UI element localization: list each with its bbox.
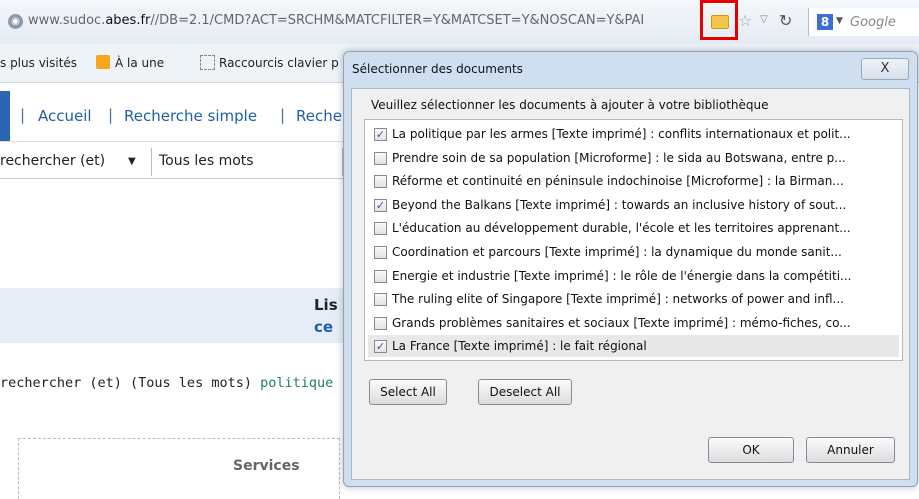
dialog-body: Veuillez sélectionner les documents à aj… <box>351 88 910 480</box>
nav-simple-search[interactable]: Recherche simple <box>124 107 257 125</box>
list-item[interactable]: The ruling elite of Singapore [Texte imp… <box>368 288 899 310</box>
nav-separator: | <box>108 106 114 124</box>
document-list[interactable]: ✓ La politique par les armes [Texte impri… <box>364 119 903 361</box>
dialog-title: Sélectionner des documents <box>352 62 523 76</box>
search-engine-box[interactable]: 8 ▼ Google <box>808 8 919 36</box>
url-text[interactable]: www.sudoc.abes.fr//DB=2.1/CMD?ACT=SRCHM&… <box>28 13 708 28</box>
query-link[interactable]: politique <box>260 375 333 391</box>
list-item[interactable]: ✓ La politique par les armes [Texte impri… <box>368 123 899 145</box>
list-item-label: Beyond the Balkans [Texte imprimé] : tow… <box>392 197 847 212</box>
checked-checkbox[interactable]: ✓ <box>374 198 387 212</box>
dialog-prompt: Veuillez sélectionner les documents à aj… <box>371 98 769 112</box>
results-title: Lis <box>314 296 338 314</box>
site-nav: | Accueil | Recherche simple | Reche <box>0 91 345 142</box>
checkbox[interactable] <box>374 246 387 259</box>
search-engine-placeholder[interactable]: Google <box>850 15 896 30</box>
engine-dropdown-icon[interactable]: ▼ <box>836 16 843 26</box>
list-item[interactable]: Energie et industrie [Texte imprimé] : l… <box>368 265 899 287</box>
list-item-label: Réforme et continuité en péninsule indoc… <box>392 174 844 189</box>
list-item[interactable]: Réforme et continuité en péninsule indoc… <box>368 170 899 192</box>
url-bar[interactable]: ◉ www.sudoc.abes.fr//DB=2.1/CMD?ACT=SRCH… <box>0 0 919 45</box>
list-item-label: Prendre soin de sa population [Microform… <box>392 150 846 165</box>
list-item-label: The ruling elite of Singapore [Texte imp… <box>392 292 844 307</box>
results-subtitle[interactable]: ce <box>314 318 333 336</box>
close-button[interactable]: X <box>861 58 909 80</box>
search-mode-field[interactable]: Tous les mots <box>151 148 343 176</box>
checkbox[interactable] <box>374 175 387 189</box>
nav-home[interactable]: Accueil <box>38 107 92 125</box>
dropdown-arrow-icon[interactable]: ▽ <box>760 14 768 25</box>
list-item[interactable]: Coordination et parcours [Texte imprimé]… <box>368 241 899 263</box>
nav-separator: | <box>20 106 26 124</box>
checkbox[interactable] <box>374 151 387 165</box>
list-item-label: Grands problèmes sanitaires et sociaux [… <box>392 315 851 330</box>
list-item-label: L'éducation au développement durable, l'… <box>392 221 851 236</box>
services-label: Services <box>233 458 300 474</box>
list-item[interactable]: Grands problèmes sanitaires et sociaux [… <box>368 312 899 334</box>
list-item[interactable]: Prendre soin de sa population [Microform… <box>368 147 899 169</box>
cancel-button[interactable]: Annuler <box>806 437 895 463</box>
reload-icon[interactable]: ↻ <box>779 11 792 30</box>
page-icon <box>200 55 215 70</box>
bookmark-most-visited[interactable]: s plus visités <box>0 56 77 70</box>
ok-button[interactable]: OK <box>708 437 794 463</box>
bookmark-star-icon[interactable]: ☆ <box>738 11 752 30</box>
bookmark-headlines[interactable]: À la une <box>115 56 164 70</box>
rss-icon <box>96 55 110 69</box>
list-item[interactable]: L'éducation au développement durable, l'… <box>368 217 899 239</box>
list-item[interactable]: ✓ Beyond the Balkans [Texte imprimé] : to… <box>368 194 899 216</box>
checked-checkbox[interactable]: ✓ <box>374 340 387 354</box>
list-item-label: La France [Texte imprimé] : le fait régi… <box>392 339 647 354</box>
checked-checkbox[interactable]: ✓ <box>374 128 387 141</box>
nav-advanced-search[interactable]: Reche <box>296 107 342 125</box>
chevron-down-icon[interactable]: ▼ <box>128 156 136 167</box>
checkbox[interactable] <box>374 316 387 330</box>
bookmark-shortcuts[interactable]: Raccourcis clavier p <box>219 56 339 70</box>
deselect-all-button[interactable]: Deselect All <box>478 379 572 405</box>
list-item-label: La politique par les armes [Texte imprim… <box>392 127 851 141</box>
search-field-select[interactable]: rechercher (et) <box>0 153 105 169</box>
list-item-label: Coordination et parcours [Texte imprimé]… <box>392 245 842 259</box>
highlight-box <box>700 0 738 40</box>
query-summary: rechercher (et) (Tous les mots) politiqu… <box>0 375 334 391</box>
list-item-label: Energie et industrie [Texte imprimé] : l… <box>392 268 852 283</box>
search-engine-logo-icon[interactable]: 8 <box>817 14 833 30</box>
checkbox[interactable] <box>374 293 387 307</box>
select-documents-dialog: Sélectionner des documents X Veuillez sé… <box>343 51 918 487</box>
nav-separator: | <box>280 106 286 124</box>
list-item[interactable]: ✓ La France [Texte imprimé] : le fait rég… <box>368 335 899 358</box>
nav-accent <box>0 91 10 141</box>
globe-icon: ◉ <box>8 14 23 29</box>
select-all-button[interactable]: Select All <box>369 379 447 405</box>
results-header: Lis ce <box>0 288 345 343</box>
checkbox[interactable] <box>374 269 387 283</box>
checkbox[interactable] <box>374 222 387 236</box>
search-criteria-row: rechercher (et) ▼ Tous les mots <box>0 148 345 179</box>
